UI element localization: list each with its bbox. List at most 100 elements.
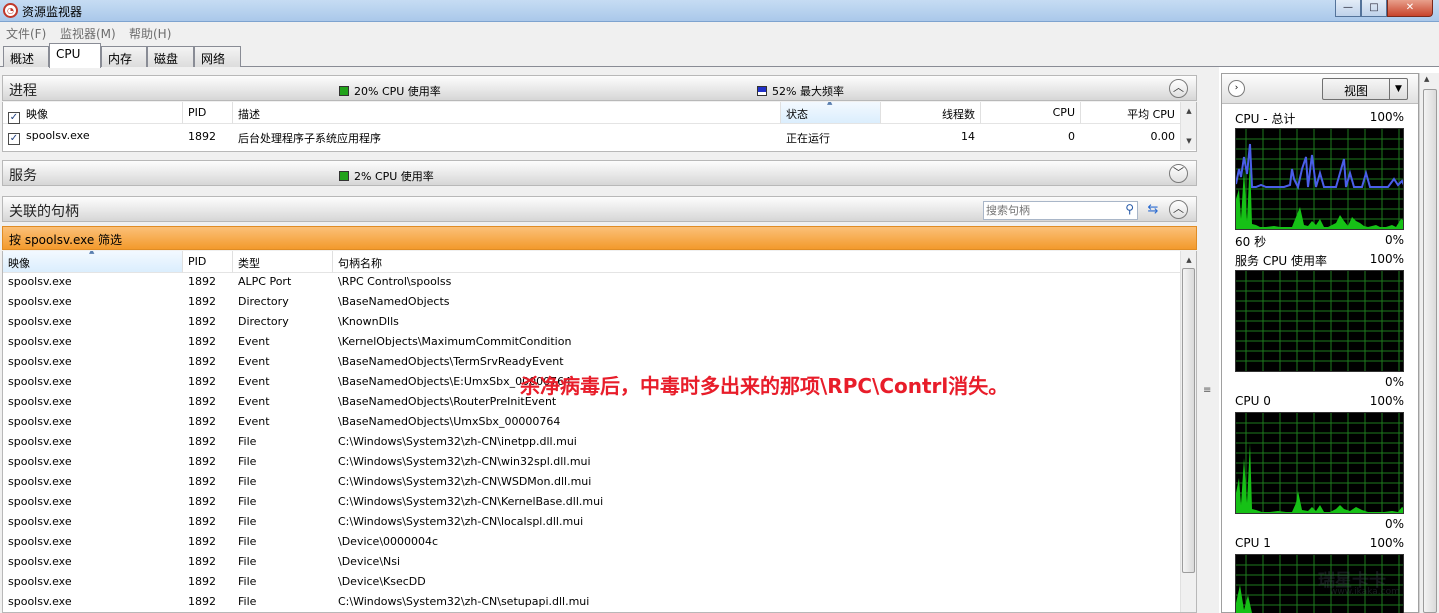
graph-max: 100%	[1369, 110, 1404, 124]
tab-memory[interactable]: 内存	[101, 46, 147, 67]
scroll-up-icon[interactable]: ▲	[1181, 253, 1196, 267]
col-pid[interactable]: PID	[183, 102, 233, 124]
panel-splitter[interactable]: ≡	[1199, 67, 1219, 613]
row-checkbox[interactable]: ✓	[8, 133, 20, 145]
scroll-up-icon[interactable]: ▲	[1181, 104, 1196, 118]
select-all-checkbox[interactable]: ✓	[8, 112, 20, 124]
row-type: File	[238, 515, 257, 528]
processes-collapse-button[interactable]: ︿	[1169, 79, 1188, 98]
col-avg-cpu[interactable]: 平均 CPU	[1081, 102, 1181, 124]
collapse-right-icon[interactable]: ›	[1228, 80, 1245, 97]
graph-title: CPU 1	[1235, 536, 1271, 550]
row-type: File	[238, 435, 257, 448]
graph-min: 0%	[1384, 517, 1404, 531]
services-header[interactable]: 服务 2% CPU 使用率 ﹀	[2, 160, 1197, 186]
row-image: spoolsv.exe	[8, 415, 72, 428]
row-pid: 1892	[188, 495, 216, 508]
search-handles-box[interactable]: ⚲	[983, 201, 1138, 220]
processes-scrollbar[interactable]: ▲ ▼	[1180, 102, 1196, 150]
graph-panel: › 视图 ▼ CPU - 总计 100% 60 秒 0% 服务 CPU 使用率 …	[1221, 73, 1419, 613]
close-button[interactable]: ✕	[1387, 0, 1433, 17]
handles-header[interactable]: 关联的句柄 ⚲ ⇆ ︿	[2, 196, 1197, 222]
row-handle-name: \Device\KsecDD	[338, 575, 426, 588]
processes-table: ✓ 映像 PID 描述 状态 ▲ 线程数 CPU 平均 CPU ✓ spoolsv.e…	[2, 102, 1197, 152]
col-handle-type[interactable]: 类型	[233, 251, 333, 273]
chevron-down-icon[interactable]: ▼	[1389, 79, 1407, 99]
search-icon[interactable]: ⚲	[1125, 202, 1134, 216]
view-button[interactable]: 视图 ▼	[1322, 78, 1408, 100]
row-description: 后台处理程序子系统应用程序	[238, 132, 381, 145]
row-handle-name: C:\Windows\System32\zh-CN\localspl.dll.m…	[338, 515, 584, 528]
col-description[interactable]: 描述	[233, 102, 781, 124]
col-threads[interactable]: 线程数	[881, 102, 981, 124]
annotation-text: 杀净病毒后，中毒时多出来的那项\RPC\Contrl消失。	[520, 374, 1009, 398]
col-handle-image[interactable]: 映像 ▲	[3, 251, 183, 273]
resource-monitor-icon: ◔	[3, 3, 18, 18]
scroll-down-icon[interactable]: ▼	[1181, 134, 1196, 148]
handles-collapse-button[interactable]: ︿	[1169, 200, 1188, 219]
row-handle-name: C:\Windows\System32\zh-CN\setupapi.dll.m…	[338, 595, 590, 608]
processes-header[interactable]: 进程 20% CPU 使用率 52% 最大频率 ︿	[2, 75, 1197, 101]
col-status[interactable]: 状态 ▲	[781, 102, 881, 124]
row-pid: 1892	[188, 435, 216, 448]
row-pid: 1892	[188, 595, 216, 608]
row-image: spoolsv.exe	[8, 335, 72, 348]
row-image: spoolsv.exe	[8, 295, 72, 308]
graph-max: 100%	[1369, 394, 1404, 408]
row-pid: 1892	[188, 415, 216, 428]
tab-disk[interactable]: 磁盘	[147, 46, 194, 67]
graph-panel-header: › 视图 ▼	[1222, 74, 1418, 104]
row-handle-name: \Device\Nsi	[338, 555, 401, 568]
processes-freq-legend: 52% 最大频率	[757, 83, 844, 99]
graph-panel-scrollbar[interactable]: ▲	[1419, 73, 1439, 613]
row-type: Directory	[238, 295, 289, 308]
row-handle-name: \BaseNamedObjects	[338, 295, 450, 308]
scroll-up-icon[interactable]: ▲	[1424, 75, 1429, 83]
row-pid: 1892	[188, 395, 216, 408]
row-image: spoolsv.exe	[8, 535, 72, 548]
handles-table: 映像 ▲ PID 类型 句柄名称 spoolsv.exe 1892 ALPC Port…	[2, 251, 1197, 613]
row-status: 正在运行	[786, 132, 830, 145]
col-handle-name[interactable]: 句柄名称	[333, 251, 1182, 273]
handles-scrollbar[interactable]: ▲	[1180, 251, 1196, 612]
search-handles-input[interactable]	[984, 202, 1114, 219]
tab-network[interactable]: 网络	[194, 46, 241, 67]
sort-arrow-icon: ▲	[827, 102, 833, 106]
menu-monitor[interactable]: 监视器(M)	[60, 25, 116, 42]
row-image: spoolsv.exe	[8, 375, 72, 388]
services-expand-button[interactable]: ﹀	[1169, 164, 1188, 183]
refresh-icon[interactable]: ⇆	[1143, 201, 1163, 220]
row-handle-name: \RPC Control\spoolss	[338, 275, 452, 288]
row-handle-name: \BaseNamedObjects\TermSrvReadyEvent	[338, 355, 564, 368]
max-frequency-series	[1236, 143, 1403, 190]
row-pid: 1892	[188, 555, 216, 568]
graph-footer-left: 60 秒	[1235, 235, 1267, 249]
row-type: Event	[238, 415, 270, 428]
minimize-button[interactable]: —	[1335, 0, 1361, 17]
maximize-button[interactable]: □	[1361, 0, 1387, 17]
splitter-grip-icon[interactable]: ≡	[1203, 385, 1211, 396]
row-image: spoolsv.exe	[8, 515, 72, 528]
tab-cpu[interactable]: CPU	[49, 43, 101, 68]
menu-file[interactable]: 文件(F)	[6, 25, 46, 42]
scrollbar-thumb[interactable]	[1182, 268, 1195, 573]
col-image[interactable]: ✓ 映像	[3, 102, 183, 124]
col-handle-pid[interactable]: PID	[183, 251, 233, 273]
row-pid: 1892	[188, 455, 216, 468]
row-type: File	[238, 475, 257, 488]
graph-grid	[1236, 129, 1403, 229]
row-handle-name: C:\Windows\System32\zh-CN\KernelBase.dll…	[338, 495, 604, 508]
scrollbar-thumb[interactable]	[1423, 89, 1437, 613]
row-type: Event	[238, 395, 270, 408]
row-pid: 1892	[188, 515, 216, 528]
row-threads: 14	[961, 130, 975, 143]
row-pid: 1892	[188, 355, 216, 368]
tab-overview[interactable]: 概述	[3, 46, 49, 67]
row-handle-name: \Device\0000004c	[338, 535, 439, 548]
menu-bar: 文件(F) 监视器(M) 帮助(H)	[0, 22, 1439, 42]
sort-arrow-icon: ▲	[89, 251, 95, 255]
row-type: Event	[238, 375, 270, 388]
row-type: File	[238, 555, 257, 568]
col-cpu[interactable]: CPU	[981, 102, 1081, 124]
menu-help[interactable]: 帮助(H)	[129, 25, 171, 42]
